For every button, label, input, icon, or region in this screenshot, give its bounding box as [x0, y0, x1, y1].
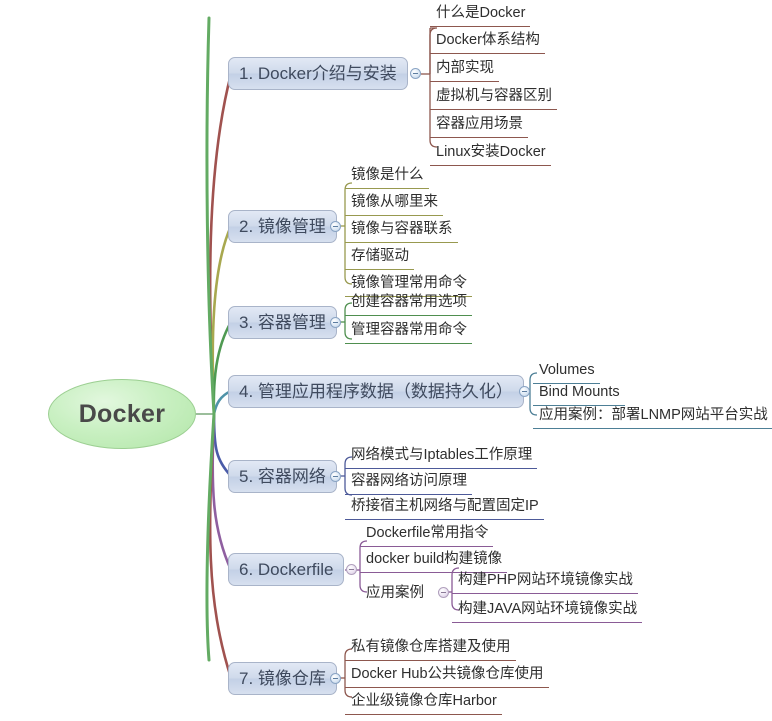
- leaf-node-6-sub-2[interactable]: 构建JAVA网站环境镜像实战: [452, 597, 643, 623]
- leaf-node-1-5[interactable]: 容器应用场景: [430, 112, 528, 138]
- leaf-node-2-4-label: 存储驱动: [351, 248, 409, 265]
- leaf-node-7-2[interactable]: Docker Hub公共镜像仓库使用: [345, 662, 549, 688]
- leaf-node-5-2-label: 容器网络访问原理: [351, 473, 467, 490]
- leaf-node-6-1[interactable]: Dockerfile常用指令: [360, 521, 494, 547]
- spine-wire-down: [205, 412, 216, 662]
- leaf-node-1-4-label: 虚拟机与容器区别: [436, 88, 552, 105]
- leaf-node-4-2-label: Bind Mounts: [539, 384, 620, 401]
- collapse-toggle-icon-6-sub[interactable]: [438, 587, 449, 598]
- leaf-node-4-3[interactable]: 应用案例：部署LNMP网站平台实战: [533, 403, 772, 429]
- leaf-node-2-4[interactable]: 存储驱动: [345, 244, 414, 270]
- leaf-node-5-2[interactable]: 容器网络访问原理: [345, 469, 472, 495]
- leaf-node-2-1-label: 镜像是什么: [351, 167, 424, 184]
- leaf-node-5-1[interactable]: 网络模式与Iptables工作原理: [345, 443, 538, 469]
- branch-node-1[interactable]: 1. Docker介绍与安装: [228, 57, 408, 90]
- collapse-toggle-icon-1[interactable]: [410, 68, 421, 79]
- leaf-node-5-1-label: 网络模式与Iptables工作原理: [351, 447, 533, 464]
- leaf-node-2-3-label: 镜像与容器联系: [351, 221, 453, 238]
- branch-wire-6: [211, 412, 233, 572]
- leaf-node-7-2-label: Docker Hub公共镜像仓库使用: [351, 666, 544, 683]
- leaf-node-1-2-label: Docker体系结构: [436, 32, 540, 49]
- leaf-node-3-1[interactable]: 创建容器常用选项: [345, 290, 472, 316]
- leaf-node-2-2-label: 镜像从哪里来: [351, 194, 438, 211]
- branch-node-2-label: 2. 镜像管理: [239, 217, 326, 236]
- subbranch-node-6-label: 应用案例: [366, 584, 424, 601]
- leaf-node-1-6[interactable]: Linux安装Docker: [430, 140, 551, 166]
- leaf-node-7-3[interactable]: 企业级镜像仓库Harbor: [345, 689, 502, 715]
- collapse-toggle-icon-6[interactable]: [346, 564, 357, 575]
- leaf-node-6-sub-2-label: 构建JAVA网站环境镜像实战: [458, 601, 638, 618]
- leaf-node-1-1-label: 什么是Docker: [436, 5, 526, 22]
- leaf-node-3-1-label: 创建容器常用选项: [351, 294, 467, 311]
- leaf-node-6-2-label: docker build构建镜像: [366, 551, 503, 568]
- branch-wire-1: [208, 72, 233, 416]
- collapse-toggle-icon-3[interactable]: [330, 317, 341, 328]
- leaf-node-4-3-label: 应用案例：部署LNMP网站平台实战: [539, 407, 768, 424]
- root-node-label: Docker: [78, 399, 166, 428]
- branch-node-7-label: 7. 镜像仓库: [239, 669, 326, 688]
- mindmap-canvas: Docker 1. Docker介绍与安装 什么是Docker Docker体系…: [0, 0, 772, 721]
- leaf-node-1-4[interactable]: 虚拟机与容器区别: [430, 84, 557, 110]
- branch-node-2[interactable]: 2. 镜像管理: [228, 210, 337, 243]
- branch-node-3-label: 3. 容器管理: [239, 313, 326, 332]
- branch-node-3[interactable]: 3. 容器管理: [228, 306, 337, 339]
- leaf-node-7-3-label: 企业级镜像仓库Harbor: [351, 693, 497, 710]
- leaf-node-1-3[interactable]: 内部实现: [430, 56, 499, 82]
- branch-node-5-label: 5. 容器网络: [239, 467, 326, 486]
- leaf-node-1-3-label: 内部实现: [436, 60, 494, 77]
- branch-node-4[interactable]: 4. 管理应用程序数据（数据持久化）: [228, 375, 524, 408]
- branch-wire-7: [208, 412, 233, 680]
- collapse-toggle-icon-2[interactable]: [330, 221, 341, 232]
- leaf-node-7-1[interactable]: 私有镜像仓库搭建及使用: [345, 635, 516, 661]
- leaf-node-1-2[interactable]: Docker体系结构: [430, 28, 545, 54]
- leaf-node-2-3[interactable]: 镜像与容器联系: [345, 217, 458, 243]
- collapse-toggle-icon-7[interactable]: [330, 673, 341, 684]
- branch-node-1-label: 1. Docker介绍与安装: [239, 64, 397, 83]
- leaf-node-2-2[interactable]: 镜像从哪里来: [345, 190, 443, 216]
- leaf-node-4-1-label: Volumes: [539, 362, 595, 379]
- collapse-toggle-icon-5[interactable]: [330, 471, 341, 482]
- leaf-node-1-6-label: Linux安装Docker: [436, 144, 546, 161]
- branch-node-7[interactable]: 7. 镜像仓库: [228, 662, 337, 695]
- leaf-node-1-5-label: 容器应用场景: [436, 116, 523, 133]
- subbranch-node-6[interactable]: 应用案例: [360, 580, 429, 606]
- branch-node-4-label: 4. 管理应用程序数据（数据持久化）: [239, 382, 513, 401]
- leaf-node-6-sub-1[interactable]: 构建PHP网站环境镜像实战: [452, 568, 638, 594]
- leaf-node-6-1-label: Dockerfile常用指令: [366, 525, 489, 542]
- root-node-docker[interactable]: Docker: [48, 379, 196, 449]
- leaf-node-3-2-label: 管理容器常用命令: [351, 322, 467, 339]
- leaf-node-5-3-label: 桥接宿主机网络与配置固定IP: [351, 498, 539, 515]
- leaf-node-2-1[interactable]: 镜像是什么: [345, 163, 429, 189]
- leaf-node-2-5-label: 镜像管理常用命令: [351, 275, 467, 292]
- branch-node-5[interactable]: 5. 容器网络: [228, 460, 337, 493]
- spine-wire-up: [205, 16, 216, 416]
- connector-wires: [196, 16, 538, 698]
- leaf-node-6-sub-1-label: 构建PHP网站环境镜像实战: [458, 572, 633, 589]
- branch-node-6[interactable]: 6. Dockerfile: [228, 553, 345, 586]
- leaf-node-7-1-label: 私有镜像仓库搭建及使用: [351, 639, 511, 656]
- leaf-node-1-1[interactable]: 什么是Docker: [430, 1, 531, 27]
- leaf-node-5-3[interactable]: 桥接宿主机网络与配置固定IP: [345, 494, 544, 520]
- branch-node-6-label: 6. Dockerfile: [239, 560, 334, 579]
- collapse-toggle-icon-4[interactable]: [519, 386, 530, 397]
- leaf-node-3-2[interactable]: 管理容器常用命令: [345, 318, 472, 344]
